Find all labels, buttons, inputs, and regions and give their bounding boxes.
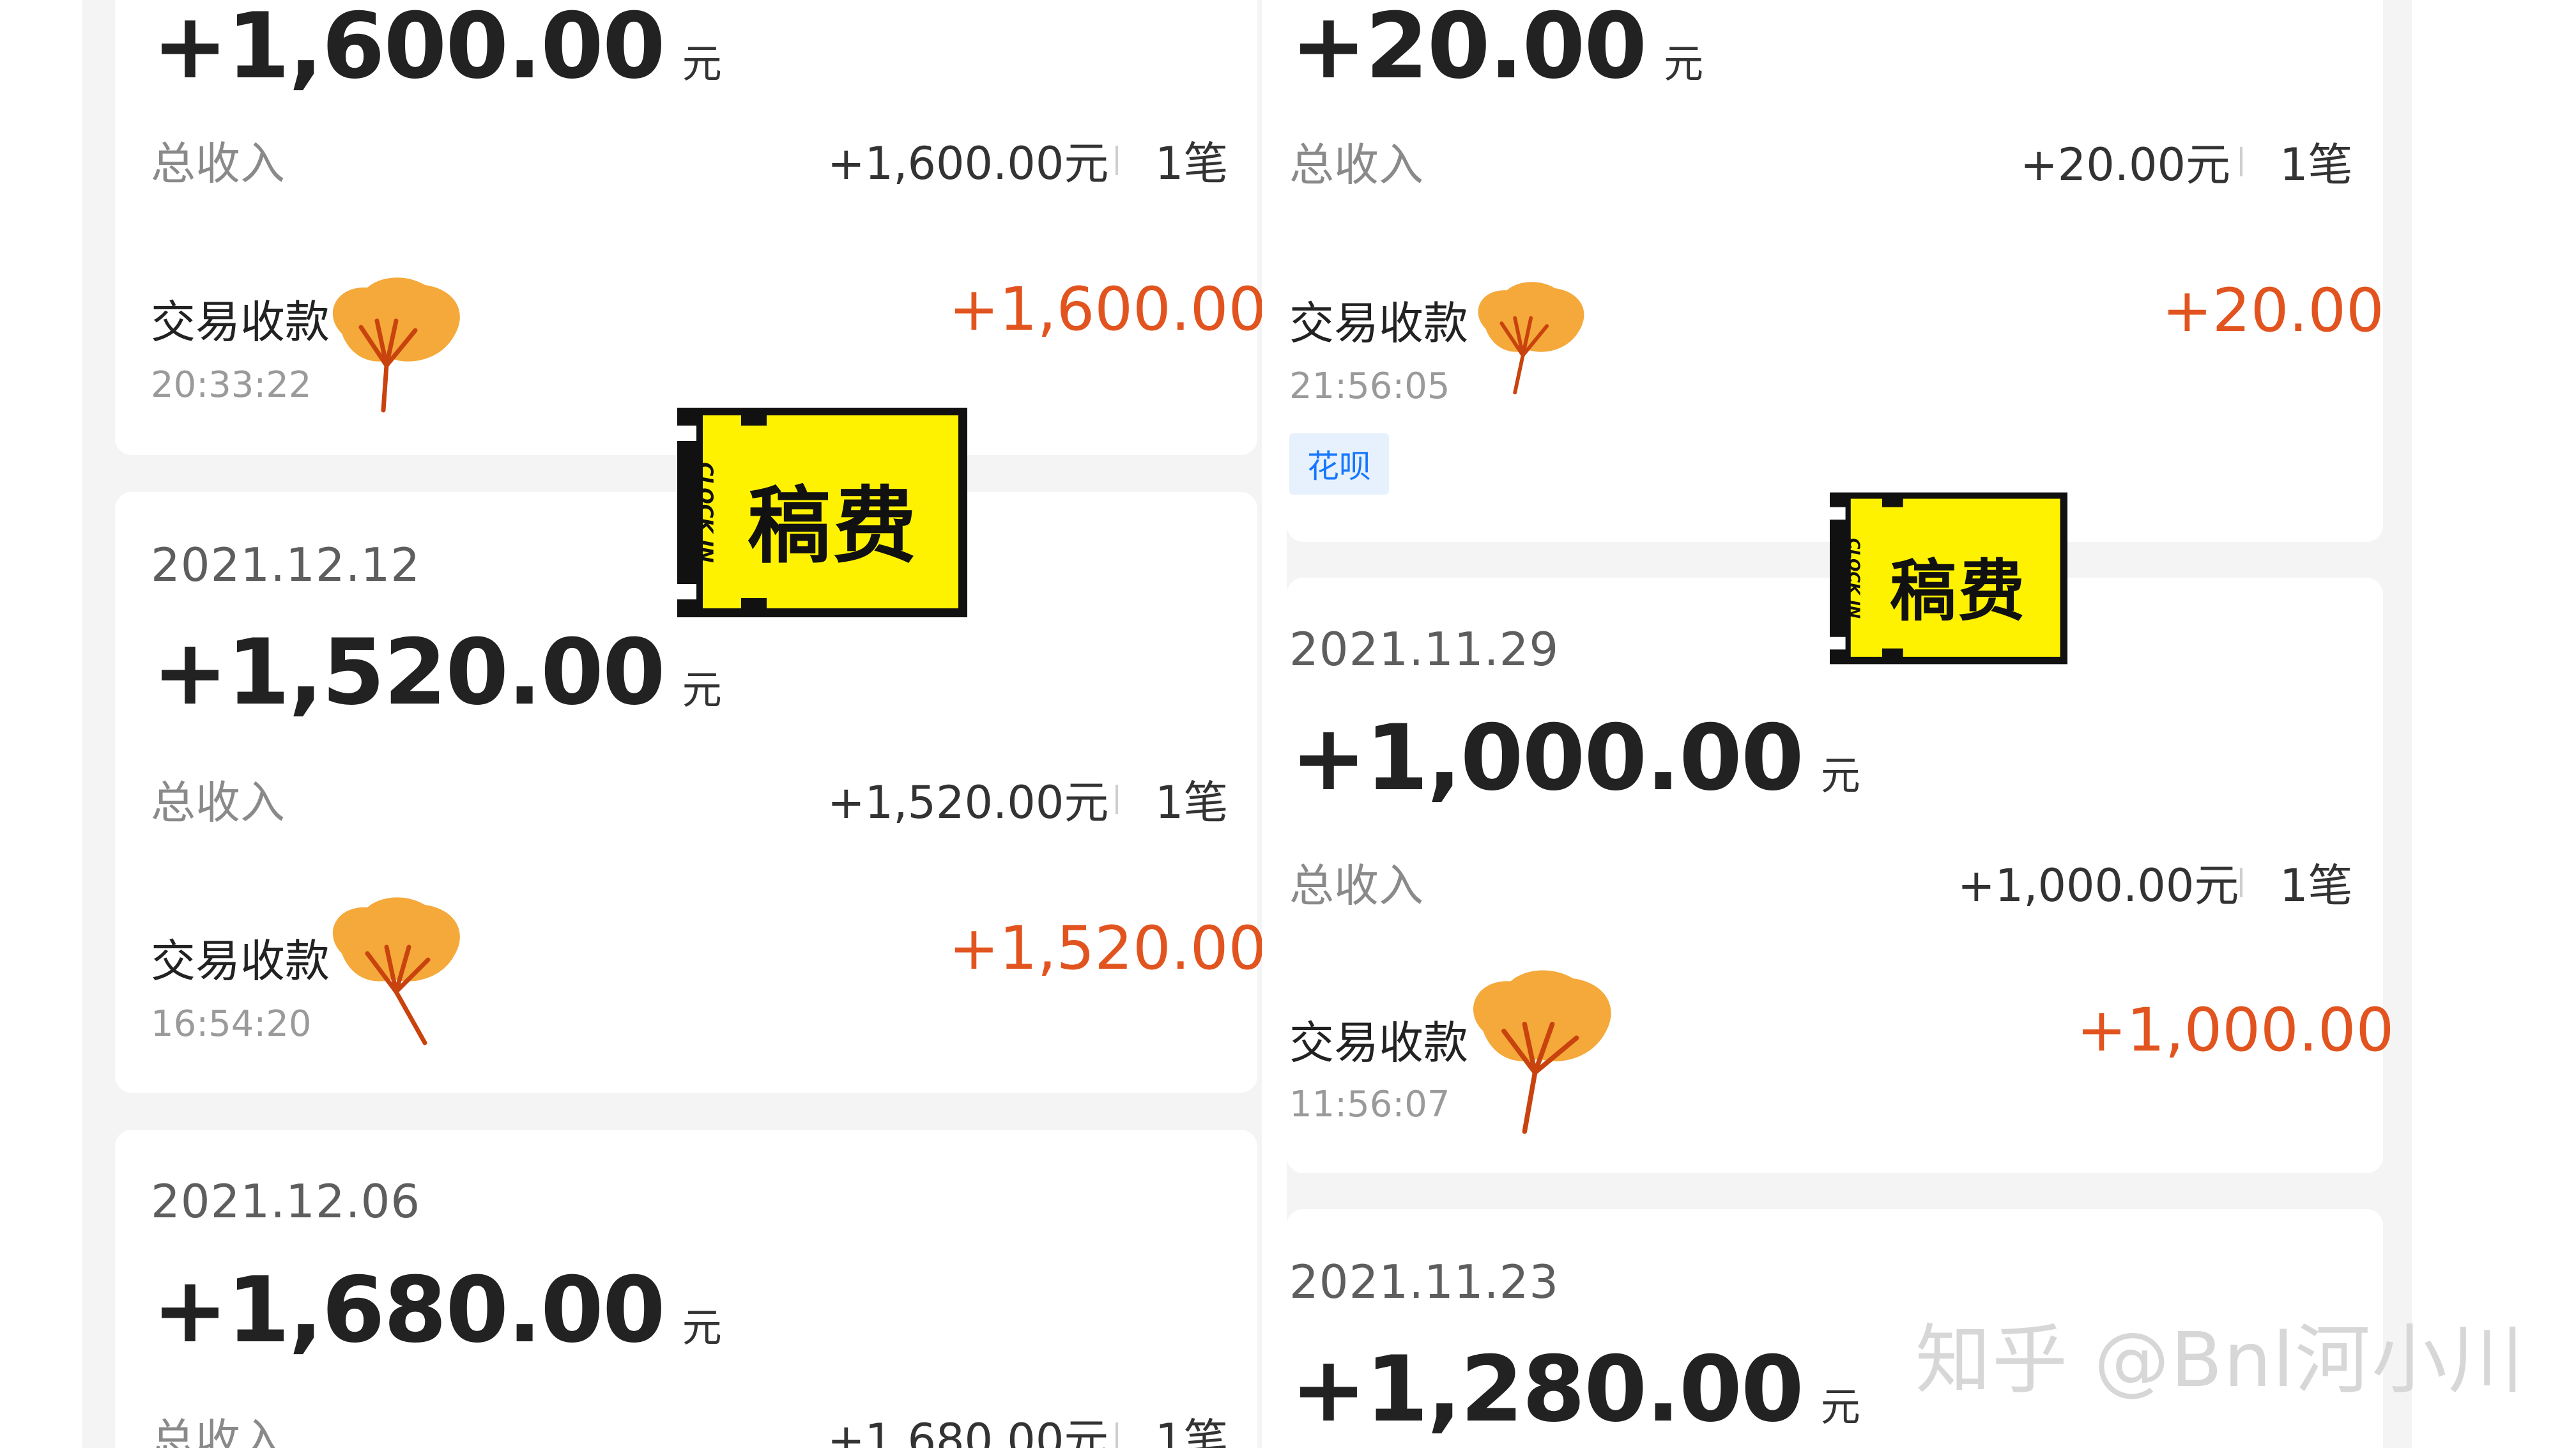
daily-income-card[interactable]: +1,600.00 元 总收入 +1,600.00元 1笔 交易收款 20:33:… — [115, 0, 1262, 455]
amount-value: +20.00 — [1291, 0, 1647, 99]
daily-total-amount: +1,000.00 元 — [1291, 705, 1860, 811]
date-label: 2021.11.23 — [1289, 1255, 1560, 1309]
transaction-amount: +20.00 — [2162, 276, 2384, 346]
daily-income-card[interactable]: +20.00 元 总收入 +20.00元 1笔 交易收款 21:56:05 +20… — [1287, 0, 2384, 542]
ginkgo-leaf-icon — [1473, 970, 1611, 1134]
daily-total-amount: +1,520.00 元 — [152, 620, 722, 725]
total-income-label: 总收入 — [151, 137, 285, 190]
total-income-amount: +1,600.00元 — [827, 137, 1109, 190]
clock-in-label: CLOCK IN — [694, 462, 717, 563]
date-label: 2021.12.06 — [151, 1175, 421, 1228]
daily-income-card[interactable]: 2021.11.29 +1,000.00 元 总收入 +1,000.00元 1笔 … — [1287, 578, 2394, 1173]
transaction-count: 1笔 — [2280, 139, 2353, 191]
transaction-amount: +1,000.00 — [2076, 996, 2395, 1065]
transaction-title[interactable]: 交易收款 — [1289, 288, 1468, 352]
transaction-count: 1笔 — [1155, 1414, 1229, 1448]
transaction-title[interactable]: 交易收款 — [1289, 1007, 1468, 1072]
transaction-count: 1笔 — [1155, 776, 1229, 829]
sticker-title: 稿费 — [747, 477, 919, 574]
zhihu-watermark: 知乎 @Bnl河小川 — [1915, 1316, 2526, 1404]
ginkgo-leaf-icon — [332, 897, 460, 1045]
divider — [2240, 147, 2242, 176]
transaction-title[interactable]: 交易收款 — [151, 925, 330, 990]
amount-value: +1,520.00 — [152, 620, 666, 725]
transaction-amount: +1,600.00 — [949, 275, 1262, 344]
divider — [1116, 785, 1118, 814]
total-income-amount: +1,680.00元 — [827, 1414, 1109, 1448]
huabei-badge: 花呗 — [1289, 433, 1389, 495]
total-income-label: 总收入 — [1289, 859, 1423, 912]
right-screenshot: +20.00 元 总收入 +20.00元 1笔 交易收款 21:56:05 +20… — [1287, 0, 2412, 1448]
transaction-time: 21:56:05 — [1289, 366, 1450, 407]
transaction-time: 16:54:20 — [151, 1003, 312, 1045]
left-screenshot: +1,600.00 元 总收入 +1,600.00 元 1笔 交易收款 20:33:… — [82, 0, 1262, 1448]
transaction-count: 1笔 — [1155, 137, 1229, 190]
transaction-amount: +1,520.00 — [949, 914, 1262, 983]
date-label: 2021.11.29 — [1289, 622, 1560, 676]
total-income-label: 总收入 — [151, 1414, 285, 1448]
transaction-time: 20:33:22 — [151, 364, 312, 406]
total-income-label: 总收入 — [151, 776, 285, 829]
amount-value: +1,000.00 — [1291, 705, 1804, 811]
amount-value: +1,280.00 — [1291, 1337, 1804, 1442]
total-income-amount: +1,520.00元 — [827, 776, 1109, 829]
manuscript-fee-sticker: CLOCK IN 稿费 — [677, 408, 967, 617]
clock-in-label: CLOCK IN — [1845, 537, 1863, 619]
daily-total-amount: +1,280.00 元 — [1291, 1337, 1860, 1442]
daily-total-amount: +20.00 元 — [1291, 0, 1703, 99]
unit-label: 元 — [1820, 1383, 1860, 1430]
total-income-amount: +20.00元 — [2020, 139, 2231, 191]
manuscript-fee-sticker: CLOCK IN 稿费 — [1830, 492, 2067, 665]
divider — [1116, 146, 1118, 175]
daily-total-amount: +1,600.00 元 — [152, 0, 722, 99]
unit-label: 元 — [1664, 40, 1703, 87]
daily-income-card[interactable]: 2021.12.06 +1,680.00 元 总收入 +1,680.00元 1笔 — [115, 1130, 1257, 1448]
unit-label: 元 — [682, 1304, 722, 1351]
ginkgo-leaf-icon — [332, 277, 460, 413]
daily-total-amount: +1,680.00 元 — [152, 1258, 722, 1363]
sticker-title: 稿费 — [1890, 552, 2027, 630]
unit-label: 元 — [1820, 752, 1860, 799]
amount-value: +1,680.00 — [152, 1258, 666, 1363]
amount-value: +1,600.00 — [152, 0, 666, 99]
transaction-count: 1笔 — [2280, 859, 2353, 912]
transaction-time: 11:56:07 — [1289, 1084, 1450, 1125]
ginkgo-leaf-icon — [1478, 282, 1584, 395]
date-label: 2021.12.12 — [151, 538, 421, 592]
total-income-label: 总收入 — [1289, 139, 1423, 191]
total-income-amount: +1,000.00元 — [1958, 859, 2239, 912]
transaction-title[interactable]: 交易收款 — [151, 286, 330, 351]
unit-label: 元 — [682, 666, 722, 713]
divider — [2240, 868, 2242, 897]
divider — [1116, 1422, 1118, 1448]
unit-label: 元 — [682, 40, 722, 87]
